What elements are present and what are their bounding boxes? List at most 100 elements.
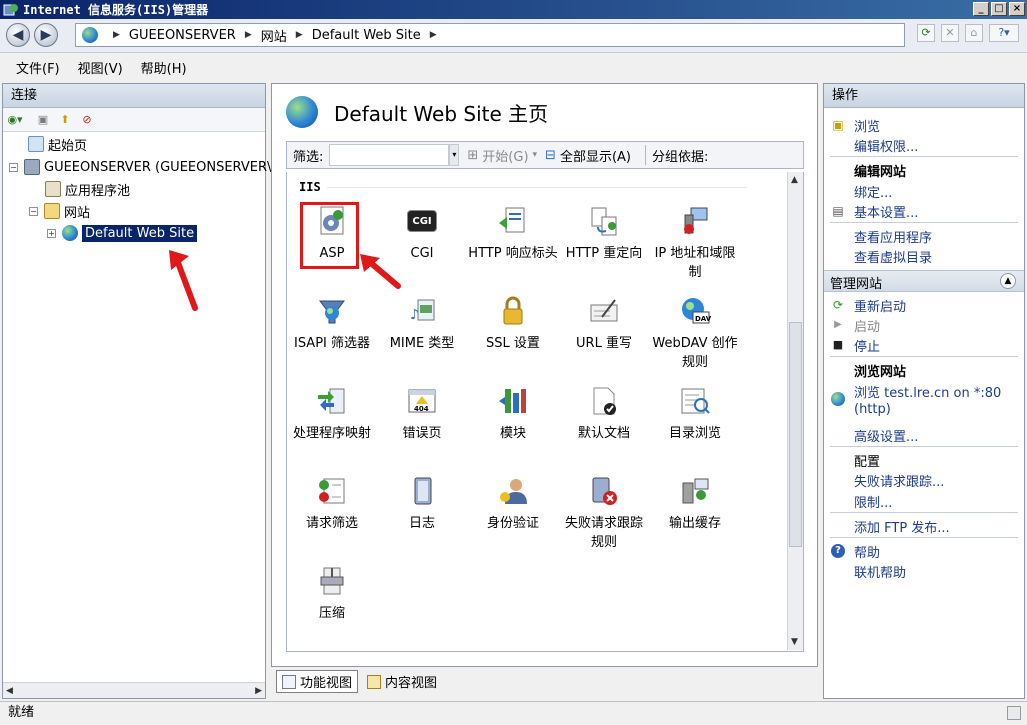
feature-request-filtering[interactable]: 请求筛选 (287, 474, 377, 533)
action-view-virtual-dirs[interactable]: 查看虚拟目录 (854, 247, 932, 266)
feature-webdav[interactable]: DAV WebDAV 创作规则 (650, 294, 740, 372)
action-limits[interactable]: 限制... (854, 492, 892, 511)
refresh-icon[interactable]: ⟳ (917, 24, 935, 42)
feature-mime-types[interactable]: ♪ MIME 类型 (377, 294, 467, 353)
breadcrumb-site[interactable]: Default Web Site (312, 28, 421, 43)
action-browse-link[interactable]: 浏览 test.lre.cn on *:80 (854, 382, 1001, 401)
action-restart[interactable]: 重新启动 (854, 296, 906, 315)
compression-icon (315, 564, 349, 598)
breadcrumb-server[interactable]: GUEEONSERVER (129, 28, 236, 43)
save-icon[interactable]: ▣ (35, 112, 51, 128)
globe-icon (831, 392, 845, 406)
chevron-right-icon[interactable]: ▶ (430, 30, 437, 40)
back-button[interactable]: ◀ (6, 23, 30, 47)
breadcrumb-sites[interactable]: 网站 (261, 26, 287, 45)
svg-text:404: 404 (414, 405, 429, 413)
collapse-icon[interactable]: − (29, 206, 38, 216)
feature-failed-request-tracing[interactable]: 失败请求跟踪规则 (559, 474, 649, 552)
forward-button[interactable]: ▶ (34, 23, 58, 47)
tree-node-server[interactable]: − GUEEONSERVER (GUEEONSERVER\ (9, 157, 271, 177)
feature-label: MIME 类型 (389, 336, 455, 351)
tree-node-sites[interactable]: − 网站 (29, 201, 90, 221)
tab-content-view[interactable]: 内容视图 (362, 670, 442, 693)
action-view-applications[interactable]: 查看应用程序 (854, 227, 932, 246)
action-failed-request-tracing[interactable]: 失败请求跟踪... (854, 471, 944, 490)
maximize-button[interactable]: □ (991, 2, 1007, 16)
handler-mappings-icon (315, 384, 349, 418)
horizontal-scrollbar[interactable]: ◀ ▶ (3, 682, 265, 698)
collapse-icon[interactable]: − (9, 162, 18, 172)
help-dropdown-icon[interactable]: ?▾ (989, 24, 1019, 42)
tree-label-sites: 网站 (64, 205, 91, 221)
feature-output-caching[interactable]: 输出缓存 (650, 474, 740, 533)
scroll-down-icon[interactable]: ▼ (791, 637, 798, 647)
feature-handler-mappings[interactable]: 处理程序映射 (287, 384, 377, 443)
iis-app-icon (3, 2, 19, 18)
action-browse-link-protocol[interactable]: (http) (854, 402, 891, 417)
feature-modules[interactable]: 模块 (468, 384, 558, 443)
action-add-ftp[interactable]: 添加 FTP 发布... (854, 517, 950, 536)
menu-view[interactable]: 视图(V) (78, 58, 123, 77)
feature-logging[interactable]: 日志 (377, 474, 467, 533)
action-online-help[interactable]: 联机帮助 (854, 562, 906, 581)
feature-authentication[interactable]: 身份验证 (468, 474, 558, 533)
tree-label-server: GUEEONSERVER (GUEEONSERVER\ (44, 159, 272, 175)
vertical-scrollbar[interactable]: ▲ ▼ (787, 172, 803, 650)
menu-file[interactable]: 文件(F) (16, 58, 60, 77)
chevron-right-icon[interactable]: ▶ (113, 30, 120, 40)
action-basic-settings[interactable]: 基本设置... (854, 202, 918, 221)
minimize-button[interactable]: _ (973, 2, 989, 16)
close-button[interactable]: × (1009, 2, 1025, 16)
feature-url-rewrite[interactable]: URL 重写 (559, 294, 649, 353)
action-start[interactable]: 启动 (854, 316, 880, 335)
chevron-right-icon[interactable]: ▶ (245, 30, 252, 40)
filter-dropdown-icon[interactable]: ▾ (449, 144, 460, 166)
feature-http-redirect[interactable]: HTTP 重定向 (559, 204, 649, 263)
feature-ssl[interactable]: SSL 设置 (468, 294, 558, 353)
show-all-button[interactable]: ⊟ 全部显示(A) (545, 146, 631, 165)
feature-isapi-filters[interactable]: ISAPI 筛选器 (287, 294, 377, 353)
manage-site-section[interactable]: 管理网站 ▲ (824, 270, 1024, 292)
action-browse[interactable]: 浏览 (854, 116, 880, 135)
disconnect-icon[interactable]: ⊘ (79, 112, 95, 128)
isapi-filter-icon (315, 294, 349, 328)
tree-node-default-site[interactable]: + Default Web Site (47, 223, 198, 243)
tree-node-app-pools[interactable]: 应用程序池 (45, 179, 130, 199)
stop-icon[interactable]: ✕ (941, 24, 959, 42)
action-help[interactable]: 帮助 (854, 542, 880, 561)
home-icon[interactable]: ⌂ (965, 24, 983, 42)
feature-directory-browsing[interactable]: 目录浏览 (650, 384, 740, 443)
feature-error-pages[interactable]: 404 错误页 (377, 384, 467, 443)
group-by-label[interactable]: 分组依据: (652, 146, 708, 165)
feature-label: 输出缓存 (668, 516, 721, 531)
up-folder-icon[interactable]: ⬆ (57, 112, 73, 128)
feature-label: 处理程序映射 (292, 426, 371, 441)
scroll-right-icon[interactable]: ▶ (255, 686, 262, 696)
expand-icon[interactable]: + (47, 228, 56, 238)
settings-icon: ▤ (832, 204, 844, 218)
scroll-left-icon[interactable]: ◀ (6, 686, 13, 696)
filter-label: 筛选: (293, 149, 324, 165)
action-edit-permissions[interactable]: 编辑权限... (854, 136, 918, 155)
action-advanced-settings[interactable]: 高级设置... (854, 426, 918, 445)
tab-features-view-label: 功能视图 (300, 676, 353, 691)
menu-help[interactable]: 帮助(H) (141, 58, 187, 77)
connect-icon[interactable]: ◉▾ (7, 112, 23, 128)
feature-ip-restrictions[interactable]: IP 地址和域限制 (650, 204, 740, 282)
url-rewrite-icon (587, 294, 621, 328)
filter-input[interactable] (329, 144, 450, 166)
feature-compression[interactable]: 压缩 (287, 564, 377, 623)
go-button[interactable]: ⊞ 开始(G) ▾ (467, 146, 537, 165)
chevron-right-icon[interactable]: ▶ (296, 30, 303, 40)
feature-default-document[interactable]: 默认文档 (559, 384, 649, 443)
action-stop[interactable]: 停止 (854, 336, 880, 355)
action-bindings[interactable]: 绑定... (854, 182, 892, 201)
scrollbar-thumb[interactable] (789, 322, 802, 547)
tab-features-view[interactable]: 功能视图 (276, 670, 359, 693)
collapse-up-icon[interactable]: ▲ (1000, 273, 1016, 289)
tree-node-start-page[interactable]: 起始页 (9, 134, 87, 154)
feature-http-headers[interactable]: HTTP 响应标头 (468, 204, 558, 263)
address-breadcrumb[interactable]: ▶ GUEEONSERVER ▶ 网站 ▶ Default Web Site ▶ (75, 23, 905, 47)
svg-text:DAV: DAV (695, 315, 711, 323)
scroll-up-icon[interactable]: ▲ (791, 175, 798, 185)
